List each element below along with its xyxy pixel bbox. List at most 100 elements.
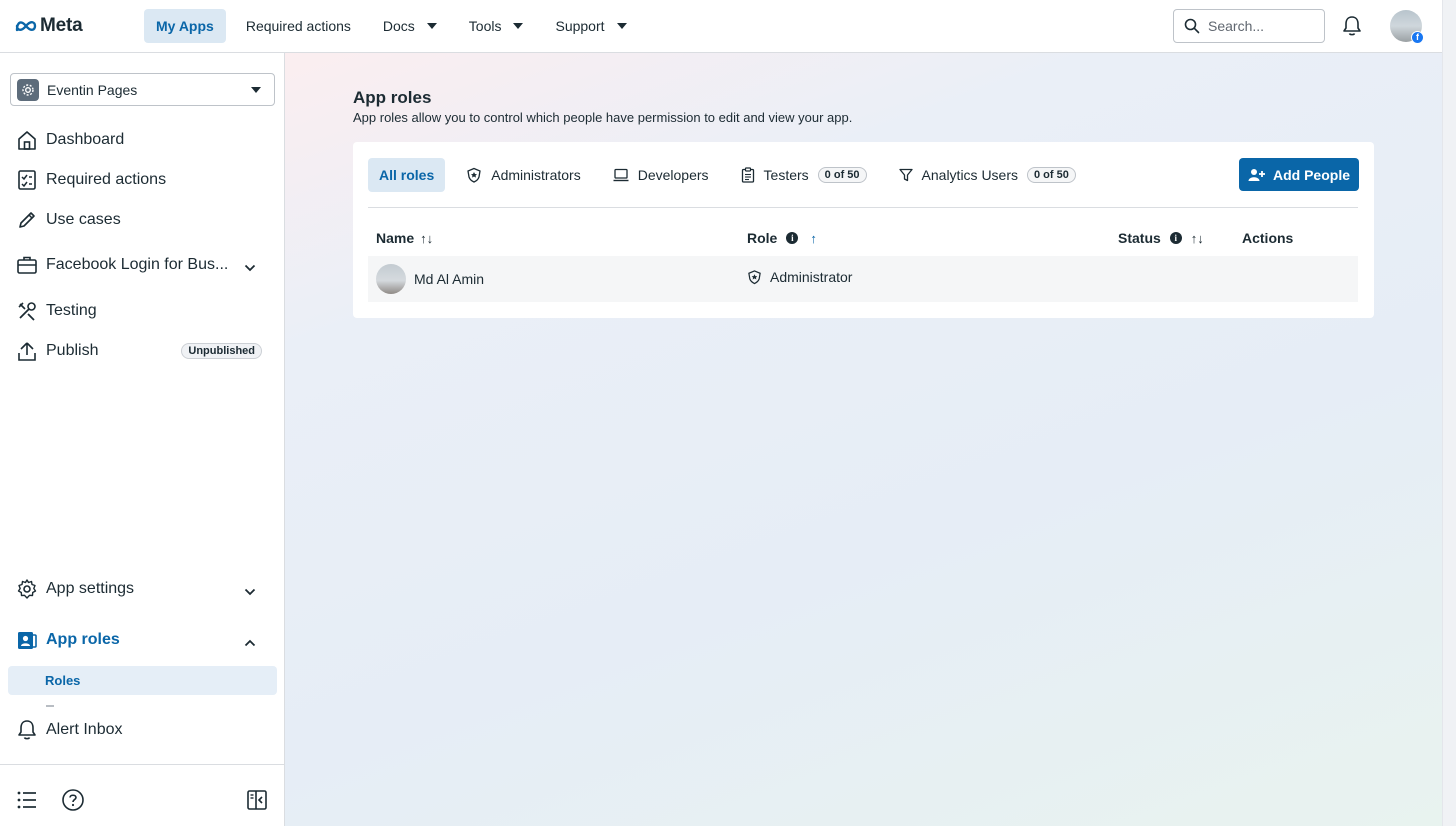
list-icon[interactable] <box>15 788 39 812</box>
tab-analytics-users[interactable]: Analytics Users 0 of 50 <box>888 158 1087 192</box>
nav-tools[interactable]: Tools <box>457 9 536 43</box>
divider <box>368 207 1358 208</box>
column-status[interactable]: Status i ↑↓ <box>1118 230 1204 246</box>
info-icon[interactable]: i <box>1169 232 1182 244</box>
tab-label: Analytics Users <box>921 167 1018 183</box>
scrollbar[interactable] <box>1442 0 1456 826</box>
tab-label: Administrators <box>491 167 581 183</box>
page-title: App roles <box>353 88 432 107</box>
nav-label: Docs <box>382 18 415 34</box>
tab-administrators[interactable]: Administrators <box>455 158 591 192</box>
app-name: Eventin Pages <box>47 81 138 98</box>
add-people-label: Add People <box>1272 166 1350 183</box>
home-icon <box>15 128 39 152</box>
column-label: Status <box>1118 230 1161 246</box>
tab-label: Testers <box>763 167 809 183</box>
nav-label: Support <box>555 18 605 34</box>
status-badge: Unpublished <box>181 343 262 359</box>
tab-developers[interactable]: Developers <box>602 158 720 192</box>
sidebar-item-label: Use cases <box>46 211 121 228</box>
sidebar-item-testing[interactable]: Testing <box>15 296 270 326</box>
add-people-button[interactable]: Add People <box>1239 158 1359 191</box>
nav-support[interactable]: Support <box>543 9 638 43</box>
sidebar-item-label: Alert Inbox <box>46 721 123 738</box>
tab-testers[interactable]: Testers 0 of 50 <box>730 158 878 192</box>
top-navigation: Meta My Apps Required actions Docs Tools… <box>0 0 1442 53</box>
sidebar: Eventin Pages Dashboard Required actions… <box>0 53 285 826</box>
pencil-icon <box>15 208 39 232</box>
column-name[interactable]: Name ↑↓ <box>376 230 433 246</box>
search-input[interactable] <box>1208 18 1318 34</box>
sort-icon[interactable]: ↑↓ <box>1191 231 1204 246</box>
info-icon[interactable]: i <box>786 232 799 244</box>
caret-down-icon <box>251 87 261 93</box>
admin-shield-icon <box>466 167 482 183</box>
sidebar-item-app-roles[interactable]: App roles <box>15 625 270 655</box>
avatar <box>376 264 406 294</box>
nav-required-actions[interactable]: Required actions <box>234 9 363 43</box>
sidebar-item-label: Publish <box>46 342 99 359</box>
meta-logo[interactable]: Meta <box>15 15 129 37</box>
admin-shield-icon <box>748 270 761 285</box>
column-actions: Actions <box>1242 230 1293 246</box>
column-label: Role <box>747 230 778 246</box>
bell-icon <box>15 718 39 742</box>
app-gear-icon <box>17 78 39 101</box>
sidebar-item-dashboard[interactable]: Dashboard <box>15 125 270 155</box>
roles-card: All roles Administrators Developers Test… <box>353 142 1374 318</box>
table-row[interactable]: Md Al Amin Administrator <box>368 256 1358 302</box>
sort-ascending-icon[interactable]: ↑ <box>810 231 817 246</box>
sidebar-footer <box>0 764 285 826</box>
logo-text: Meta <box>40 15 83 36</box>
column-role[interactable]: Role i ↑ <box>747 230 817 246</box>
nav-right: f <box>1173 9 1424 44</box>
count-badge: 0 of 50 <box>1027 167 1076 183</box>
tab-all-roles[interactable]: All roles <box>368 158 446 192</box>
nav-my-apps[interactable]: My Apps <box>144 9 226 43</box>
clipboard-icon <box>741 167 755 183</box>
sidebar-item-label: Facebook Login for Bus... <box>46 256 229 273</box>
sidebar-item-use-cases[interactable]: Use cases <box>15 205 270 235</box>
caret-down-icon <box>426 23 437 29</box>
briefcase-icon <box>15 253 39 277</box>
filter-funnel-icon <box>898 168 913 182</box>
cell-name: Md Al Amin <box>414 271 485 287</box>
sidebar-item-label: Required actions <box>46 171 167 188</box>
gear-icon <box>15 577 39 601</box>
add-user-icon <box>1248 168 1265 181</box>
sidebar-item-facebook-login[interactable]: Facebook Login for Bus... <box>15 250 270 280</box>
role-label: Administrator <box>770 269 853 285</box>
sidebar-item-publish[interactable]: Publish Unpublished <box>15 336 270 366</box>
column-label: Name <box>376 230 415 246</box>
caret-down-icon <box>616 23 627 29</box>
sort-icon[interactable]: ↑↓ <box>420 231 433 246</box>
meta-infinity-icon <box>15 21 37 32</box>
sidebar-item-alert-inbox[interactable]: Alert Inbox <box>15 715 270 745</box>
sidebar-item-label: App roles <box>46 631 120 648</box>
help-icon[interactable] <box>61 788 85 812</box>
collapse-sidebar-icon[interactable] <box>245 788 269 812</box>
laptop-icon <box>613 168 629 182</box>
tab-label: Developers <box>637 167 709 183</box>
app-selector[interactable]: Eventin Pages <box>10 73 275 106</box>
page-subtitle: App roles allow you to control which peo… <box>353 110 853 125</box>
sidebar-subitem-roles[interactable]: Roles <box>8 666 277 695</box>
sidebar-item-app-settings[interactable]: App settings <box>15 574 270 604</box>
divider <box>46 705 54 707</box>
search-box[interactable] <box>1173 9 1325 43</box>
nav-label: My Apps <box>156 18 214 34</box>
chevron-up-icon <box>244 634 256 652</box>
tab-label: All roles <box>379 167 435 183</box>
roles-badge-icon <box>15 628 39 652</box>
nav-docs[interactable]: Docs <box>371 9 449 43</box>
sidebar-subitem-label: Roles <box>45 673 81 688</box>
user-avatar[interactable]: f <box>1390 10 1424 44</box>
chevron-down-icon <box>244 583 256 601</box>
checklist-icon <box>15 168 39 192</box>
notifications-bell-icon[interactable] <box>1340 14 1364 38</box>
sidebar-item-label: Testing <box>46 302 97 319</box>
sidebar-item-required-actions[interactable]: Required actions <box>15 165 270 195</box>
table-header: Name ↑↓ Role i ↑ Status i ↑↓ Actions <box>368 222 1358 256</box>
search-icon <box>1184 18 1200 34</box>
tools-icon <box>15 299 39 323</box>
